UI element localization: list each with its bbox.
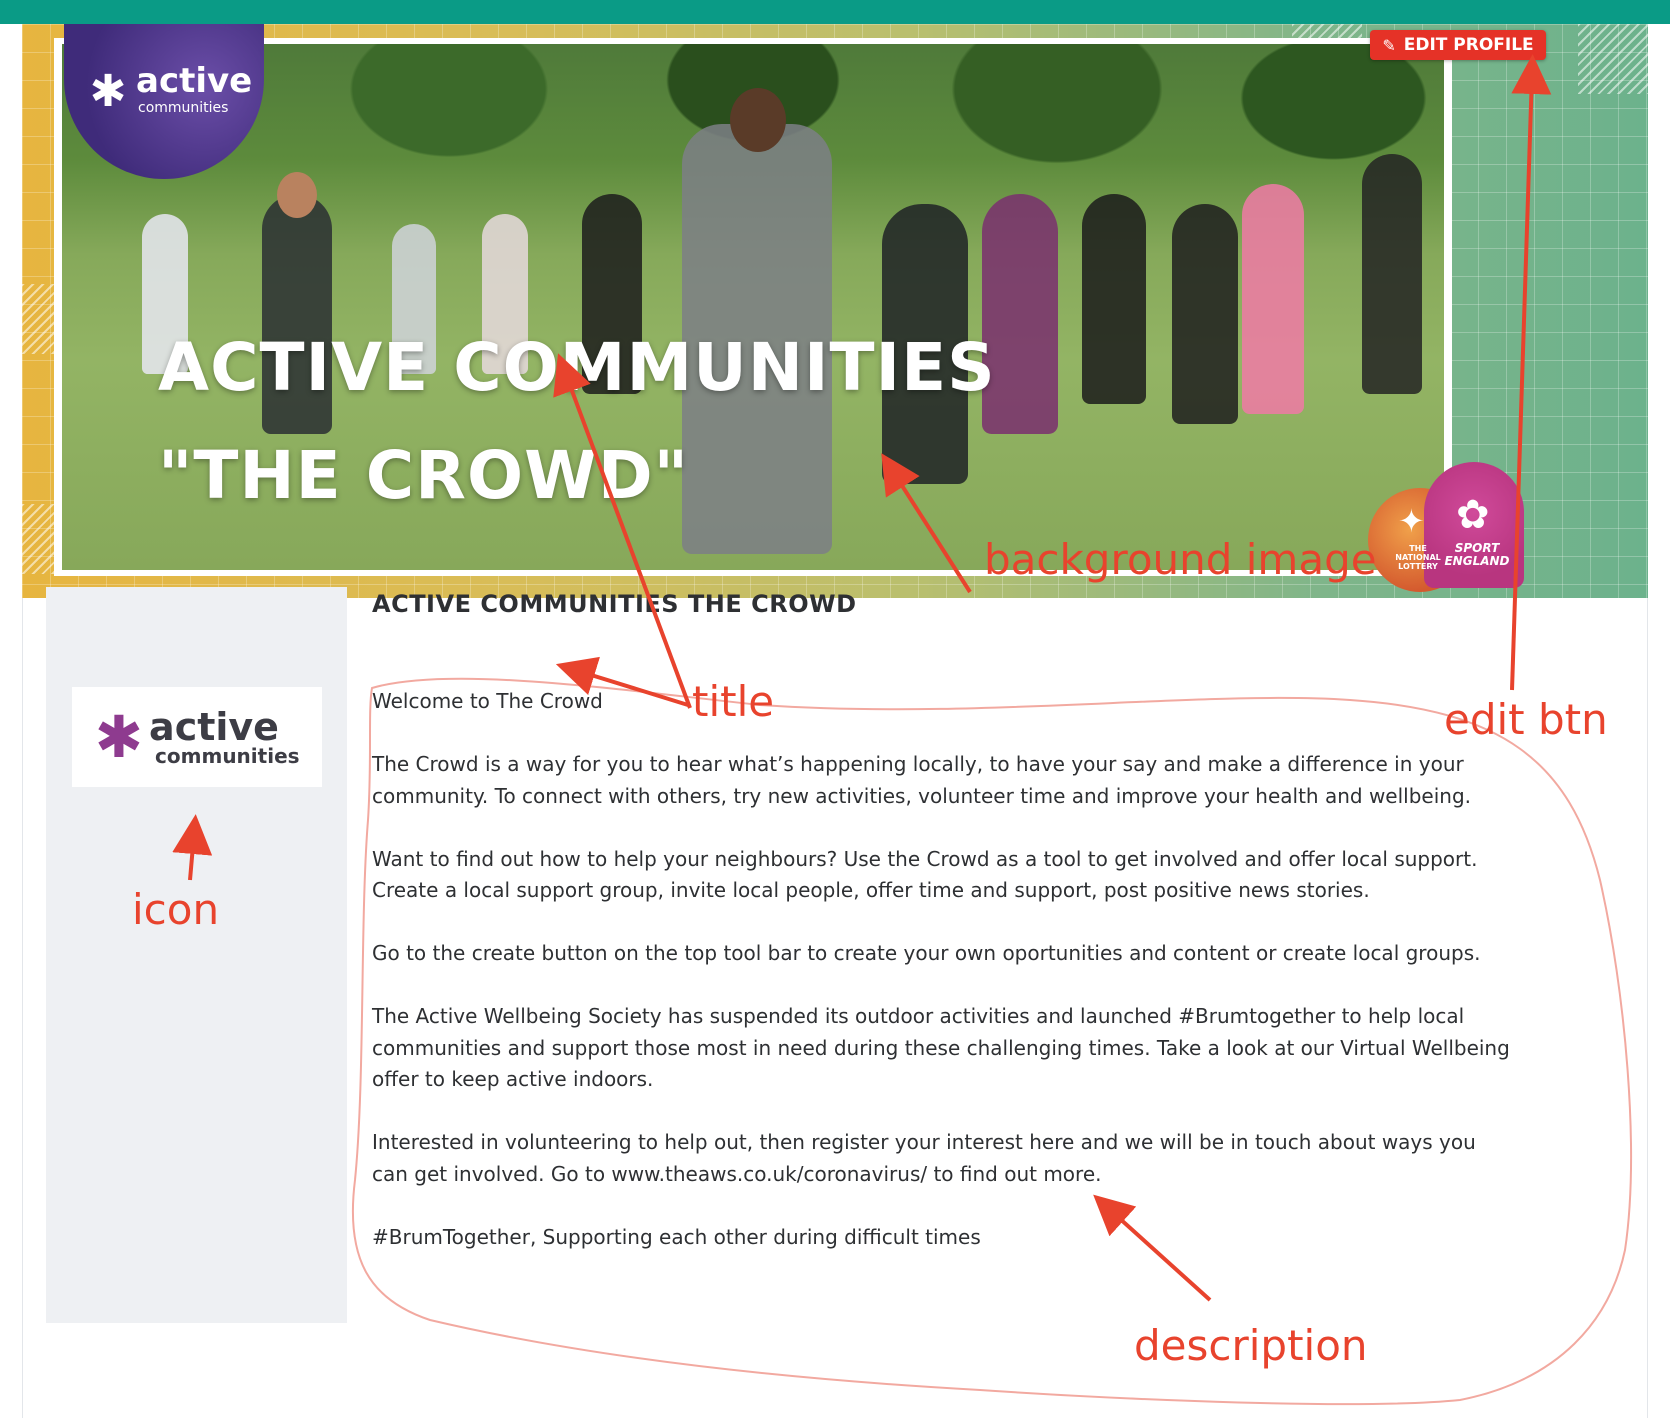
annotation-description: description <box>1134 1321 1368 1370</box>
icon-arrow <box>172 814 213 881</box>
description-outline <box>351 677 1632 1406</box>
annotation-background-image: background image <box>984 535 1377 584</box>
title-arrow <box>553 353 692 709</box>
background-image-arrow <box>881 453 972 594</box>
annotation-icon: icon <box>132 885 220 934</box>
annotation-overlay <box>172 54 1632 1406</box>
annotation-edit-btn: edit btn <box>1444 695 1608 744</box>
description-arrow <box>1093 1194 1212 1302</box>
edit-button-arrow <box>1510 54 1552 691</box>
annotation-title: title <box>692 677 775 726</box>
